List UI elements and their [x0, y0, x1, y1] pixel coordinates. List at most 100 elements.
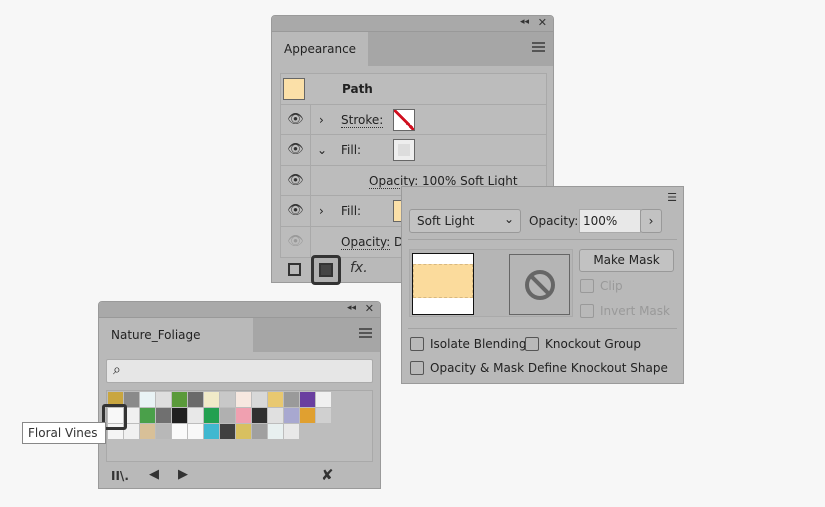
path-label: Path	[342, 82, 373, 96]
fill-swatch-pattern[interactable]	[393, 139, 415, 161]
tooltip-text: Floral Vines	[28, 426, 98, 440]
artwork-thumbnail[interactable]	[412, 253, 474, 315]
chevron-right-icon[interactable]: ›	[319, 204, 324, 218]
collapse-icon[interactable]: ◂◂	[347, 303, 356, 313]
add-stroke-icon[interactable]	[288, 263, 301, 276]
pattern-swatch[interactable]	[300, 392, 315, 407]
chevron-right-icon[interactable]: ›	[319, 113, 324, 127]
pattern-swatch[interactable]	[236, 424, 251, 439]
fx-icon[interactable]: fx.	[350, 260, 368, 276]
pattern-swatch[interactable]	[300, 408, 315, 423]
pattern-swatch[interactable]	[316, 408, 331, 423]
panel-titlebar[interactable]: ◂◂ ✕	[272, 16, 553, 32]
previous-library-icon[interactable]: ◀	[149, 467, 159, 482]
pattern-swatch[interactable]	[316, 392, 331, 407]
knockout-label: Knockout Group	[545, 337, 641, 351]
pattern-swatch[interactable]	[284, 392, 299, 407]
tab-nature-foliage[interactable]: Nature_Foliage	[99, 318, 253, 352]
stroke-row[interactable]: 👁 › Stroke:	[281, 104, 546, 135]
divider	[408, 239, 677, 240]
pattern-swatch[interactable]	[188, 408, 203, 423]
pattern-swatch[interactable]	[140, 392, 155, 407]
pattern-swatch[interactable]	[188, 424, 203, 439]
stroke-label[interactable]: Stroke:	[341, 113, 384, 128]
invert-mask-checkbox[interactable]: Invert Mask	[580, 304, 670, 318]
opacity-input[interactable]: 100%	[579, 209, 641, 233]
clip-label: Clip	[600, 279, 623, 293]
chevron-down-icon: ⌄	[503, 212, 514, 226]
define-knockout-checkbox[interactable]: Opacity & Mask Define Knockout Shape	[410, 361, 668, 375]
pattern-swatch[interactable]	[268, 424, 283, 439]
opacity-input-value: 100%	[583, 214, 618, 228]
invert-mask-label: Invert Mask	[600, 304, 670, 318]
pattern-swatch[interactable]	[236, 392, 251, 407]
blend-mode-value: Soft Light	[417, 214, 475, 228]
stroke-swatch[interactable]	[393, 108, 415, 131]
divider	[408, 328, 677, 329]
pattern-swatch[interactable]	[268, 408, 283, 423]
eye-icon[interactable]: 👁	[281, 196, 311, 226]
pattern-swatch[interactable]	[204, 392, 219, 407]
pattern-swatch[interactable]	[220, 408, 235, 423]
next-library-icon[interactable]: ▶	[178, 467, 188, 482]
isolate-blending-checkbox[interactable]: Isolate Blending	[410, 337, 526, 351]
library-menu-icon[interactable]: II\.	[111, 469, 129, 483]
opacity-label: Opacity:	[529, 214, 579, 228]
panel-menu-icon[interactable]: ☰	[667, 191, 677, 204]
panel-menu-icon[interactable]	[359, 328, 372, 338]
blend-mode-dropdown[interactable]: Soft Light ⌄	[409, 209, 521, 233]
pattern-swatch[interactable]	[220, 392, 235, 407]
pattern-swatch[interactable]	[140, 408, 155, 423]
pattern-swatch[interactable]	[204, 408, 219, 423]
path-row[interactable]: Path	[281, 74, 546, 105]
swatch-grid	[106, 390, 373, 462]
fill-label[interactable]: Fill:	[341, 143, 361, 157]
add-fill-button[interactable]	[311, 255, 341, 285]
pattern-swatch[interactable]	[140, 424, 155, 439]
close-icon[interactable]: ✕	[365, 302, 374, 315]
pattern-swatch[interactable]	[204, 424, 219, 439]
pattern-swatch[interactable]	[172, 408, 187, 423]
pattern-swatch[interactable]	[268, 392, 283, 407]
chevron-down-icon[interactable]: ⌄	[317, 143, 327, 157]
define-knockout-label: Opacity & Mask Define Knockout Shape	[430, 361, 668, 375]
tab-appearance[interactable]: Appearance	[272, 32, 369, 66]
mask-thumbnail[interactable]	[509, 254, 570, 315]
pattern-swatch[interactable]	[236, 408, 251, 423]
make-mask-button[interactable]: Make Mask	[579, 249, 674, 272]
eye-icon[interactable]: 👁	[281, 135, 311, 165]
pattern-swatch[interactable]	[252, 392, 267, 407]
transparency-panel: ☰ Soft Light ⌄ Opacity: 100% › Make Mask…	[401, 186, 684, 384]
pattern-swatch[interactable]	[284, 424, 299, 439]
pattern-swatch[interactable]	[156, 408, 171, 423]
panel-menu-icon[interactable]	[532, 42, 545, 52]
no-mask-icon	[524, 270, 555, 300]
close-icon[interactable]: ✕	[538, 16, 547, 29]
collapse-icon[interactable]: ◂◂	[520, 17, 529, 27]
pattern-swatch[interactable]	[172, 424, 187, 439]
knockout-group-checkbox[interactable]: Knockout Group	[525, 337, 641, 351]
tooltip: Floral Vines	[22, 422, 106, 444]
pattern-swatch[interactable]	[156, 392, 171, 407]
eye-hidden-icon[interactable]: 👁	[281, 226, 311, 257]
pattern-swatch[interactable]	[172, 392, 187, 407]
opacity-slider-button[interactable]: ›	[640, 209, 662, 233]
search-input[interactable]: ⌕	[106, 359, 373, 383]
path-thumbnail	[283, 78, 305, 100]
pattern-swatch[interactable]	[252, 408, 267, 423]
fill-row[interactable]: 👁 ⌄ Fill:	[281, 135, 546, 166]
isolate-label: Isolate Blending	[430, 337, 527, 351]
fill-label[interactable]: Fill:	[341, 204, 361, 218]
pattern-swatch[interactable]	[156, 424, 171, 439]
eye-icon[interactable]: 👁	[281, 165, 311, 195]
clip-checkbox[interactable]: Clip	[580, 279, 623, 293]
panel-titlebar[interactable]: ◂◂ ✕	[99, 302, 380, 318]
swatch-options-icon[interactable]: ✘	[321, 466, 334, 484]
pattern-swatch[interactable]	[252, 424, 267, 439]
opacity-label[interactable]: Opacity:	[341, 235, 391, 250]
eye-icon[interactable]: 👁	[281, 104, 311, 134]
pattern-swatch[interactable]	[188, 392, 203, 407]
pattern-swatch[interactable]	[284, 408, 299, 423]
pattern-swatch[interactable]	[220, 424, 235, 439]
search-icon: ⌕	[113, 362, 121, 378]
